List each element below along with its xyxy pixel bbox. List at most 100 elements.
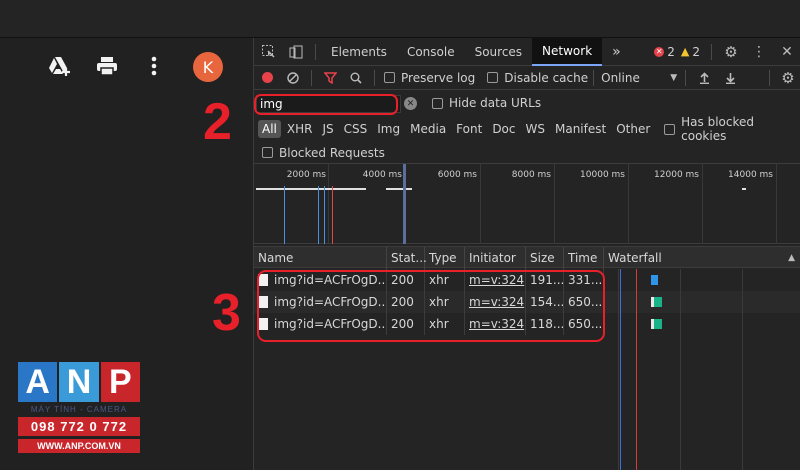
- type-filter-img[interactable]: Img: [373, 120, 404, 138]
- disable-cache-label: Disable cache: [504, 70, 589, 85]
- import-har-icon[interactable]: [691, 66, 717, 90]
- column-header-name[interactable]: Name: [254, 247, 387, 269]
- issue-counter[interactable]: ✕ 2 ▲ 2: [654, 45, 700, 59]
- overview-grid-line: [480, 164, 481, 244]
- column-header-status[interactable]: Stat...: [387, 247, 427, 269]
- toolbar-separator: [769, 69, 770, 86]
- anp-logo-watermark: A N P MÁY TÍNH - CAMERA 098 772 0 772 WW…: [18, 362, 140, 453]
- throttling-value: Online: [601, 70, 640, 85]
- throttling-select[interactable]: Online ▼: [601, 71, 677, 85]
- clear-filter-icon[interactable]: ✕: [404, 97, 417, 110]
- type-filter-xhr[interactable]: XHR: [283, 120, 317, 138]
- overview-dcl-marker: [318, 186, 319, 244]
- export-har-icon[interactable]: [717, 66, 743, 90]
- tab-elements[interactable]: Elements: [321, 38, 397, 66]
- warning-icon: ▲: [680, 45, 690, 58]
- more-options-icon[interactable]: ⋮: [745, 38, 773, 66]
- hide-data-urls-label: Hide data URLs: [449, 96, 542, 110]
- tab-sources[interactable]: Sources: [465, 38, 532, 66]
- tab-console[interactable]: Console: [397, 38, 465, 66]
- overview-selection-handle[interactable]: [403, 164, 406, 244]
- sort-arrow-icon: ▲: [788, 253, 795, 263]
- device-toolbar-icon[interactable]: [282, 38, 310, 66]
- type-filter-font[interactable]: Font: [452, 120, 486, 138]
- logo-website: WWW.ANP.COM.VN: [18, 439, 140, 453]
- waterfall-bar: [651, 275, 658, 285]
- waterfall-grid-line: [618, 269, 619, 470]
- hide-data-urls-checkbox[interactable]: Hide data URLs: [432, 96, 541, 110]
- type-filter-ws[interactable]: WS: [522, 120, 549, 138]
- logo-letter-a: A: [18, 362, 58, 402]
- network-settings-gear-icon[interactable]: ⚙: [775, 66, 800, 90]
- preserve-log-checkbox[interactable]: Preserve log: [384, 71, 475, 85]
- column-header-time[interactable]: Time: [564, 247, 604, 269]
- error-count: 2: [667, 44, 675, 59]
- request-waterfall-cell: [604, 313, 800, 335]
- type-filter-css[interactable]: CSS: [340, 120, 372, 138]
- record-icon[interactable]: [254, 66, 280, 90]
- overview-grid-line: [554, 164, 555, 244]
- overview-load-marker: [332, 186, 333, 244]
- type-filter-media[interactable]: Media: [406, 120, 450, 138]
- column-header-size[interactable]: Size: [526, 247, 564, 269]
- dropdown-arrow-icon: ▼: [670, 72, 678, 83]
- overview-dcl-marker: [284, 186, 285, 244]
- logo-letter-p: P: [100, 362, 140, 402]
- more-tabs-button[interactable]: »: [602, 38, 631, 66]
- type-filter-doc[interactable]: Doc: [488, 120, 519, 138]
- waterfall-dcl-marker: [620, 269, 621, 470]
- waterfall-bar: [654, 297, 662, 307]
- type-filter-other[interactable]: Other: [612, 120, 654, 138]
- browser-top-bar: [0, 0, 800, 38]
- clear-icon[interactable]: [280, 66, 306, 90]
- inspect-element-icon[interactable]: [254, 38, 282, 66]
- type-filter-all[interactable]: All: [258, 120, 281, 138]
- toolbar-separator: [685, 69, 687, 86]
- drive-add-icon[interactable]: [48, 54, 72, 78]
- blocked-requests-checkbox[interactable]: Blocked Requests: [262, 146, 385, 160]
- type-filter-manifest[interactable]: Manifest: [551, 120, 610, 138]
- has-blocked-cookies-checkbox[interactable]: Has blocked cookies: [664, 115, 800, 143]
- toolbar-separator: [593, 69, 595, 86]
- overview-activity-bar: [256, 188, 366, 190]
- overview-grid-line: [328, 164, 329, 244]
- overview-tick-label: 8000 ms: [511, 170, 551, 180]
- checkbox-box: [487, 72, 499, 83]
- overview-activity-bar: [742, 188, 746, 190]
- filter-icon[interactable]: [317, 66, 343, 90]
- request-waterfall-cell: [604, 291, 800, 313]
- step-3-annotation: 3: [212, 284, 241, 342]
- column-header-initiator[interactable]: Initiator: [465, 247, 526, 269]
- disable-cache-checkbox[interactable]: Disable cache: [487, 71, 588, 85]
- tab-network[interactable]: Network: [532, 37, 603, 66]
- overview-tick-label: 12000 ms: [654, 170, 699, 180]
- waterfall-grid-line: [742, 269, 743, 470]
- avatar[interactable]: K: [193, 52, 223, 82]
- toolbar-separator: [311, 69, 312, 86]
- type-filter-js[interactable]: JS: [318, 120, 337, 138]
- search-icon[interactable]: [343, 66, 369, 90]
- devtools-panel: Elements Console Sources Network » ✕ 2 ▲…: [253, 37, 800, 470]
- overview-grid-line: [776, 164, 777, 244]
- waterfall-bar: [654, 319, 662, 329]
- more-vert-icon[interactable]: [142, 54, 166, 78]
- results-highlight-box: [257, 270, 605, 342]
- network-overview-timeline[interactable]: 2000 ms 4000 ms 6000 ms 8000 ms 10000 ms…: [254, 164, 800, 244]
- settings-gear-icon[interactable]: ⚙: [717, 38, 745, 66]
- logo-letter-n: N: [59, 362, 99, 402]
- network-toolbar: Preserve log Disable cache Online ▼ ⚙: [254, 66, 800, 90]
- waterfall-load-marker: [636, 269, 637, 470]
- error-icon: ✕: [654, 46, 665, 57]
- request-waterfall-cell: [604, 269, 800, 291]
- step-2-annotation: 2: [203, 93, 232, 151]
- waterfall-grid-line: [680, 269, 681, 470]
- column-header-waterfall[interactable]: Waterfall ▲: [604, 247, 800, 269]
- checkbox-box: [664, 123, 676, 135]
- printer-icon[interactable]: [95, 54, 119, 78]
- overview-tick-label: 4000 ms: [362, 170, 402, 180]
- column-header-type[interactable]: Type: [425, 247, 465, 269]
- overview-activity-bar: [386, 188, 412, 190]
- logo-phone: 098 772 0 772: [18, 417, 140, 436]
- preserve-log-label: Preserve log: [401, 70, 476, 85]
- close-devtools-icon[interactable]: ✕: [773, 38, 800, 66]
